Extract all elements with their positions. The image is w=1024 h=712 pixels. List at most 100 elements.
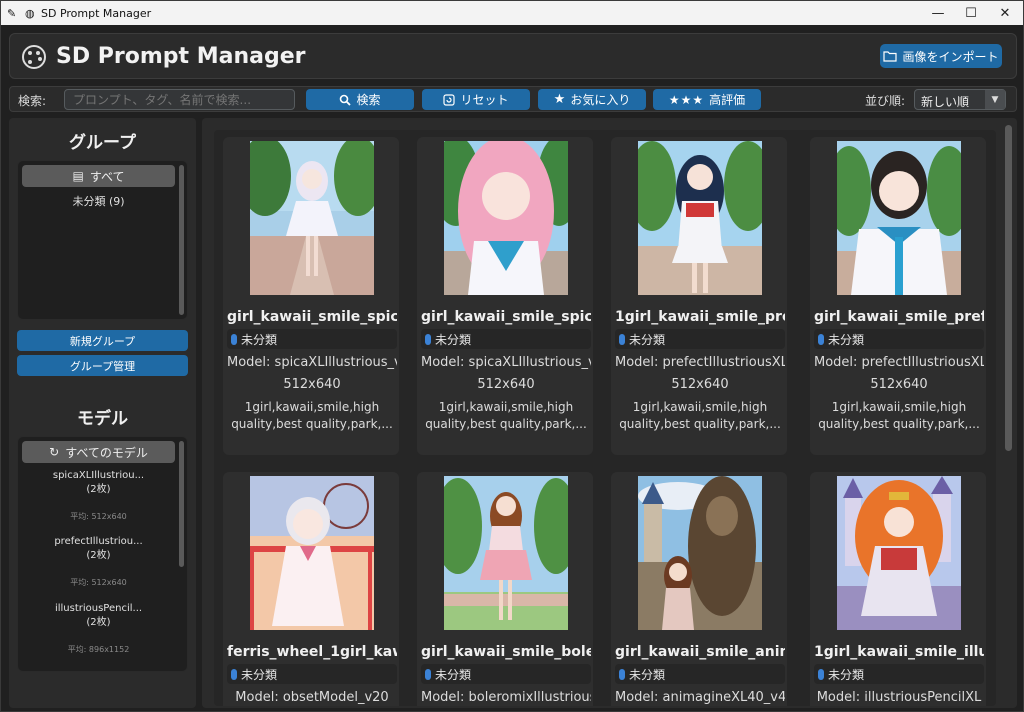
image-card[interactable]: girl_kawaii_smile_spicaX 未分類 Model: spic…: [223, 137, 399, 455]
card-group-tag: 未分類: [421, 329, 591, 349]
model-average: 平均: 512x640: [70, 578, 127, 587]
group-list-scrollbar[interactable]: [179, 165, 184, 315]
new-group-button[interactable]: 新規グループ: [17, 330, 188, 351]
manage-groups-label: グループ管理: [69, 359, 136, 373]
close-button[interactable]: ✕: [988, 1, 1022, 25]
card-title: girl_kawaii_smile_animag: [615, 644, 785, 660]
card-group-tag: 未分類: [227, 664, 397, 684]
tag-label: 未分類: [435, 332, 472, 347]
tag-color-dot: [818, 668, 824, 680]
all-models-label: すべてのモデル: [65, 445, 148, 460]
thumbnail-image[interactable]: [444, 476, 568, 630]
image-card[interactable]: girl_kawaii_smile_spicaX 未分類 Model: spic…: [417, 137, 593, 455]
group-item-uncategorized[interactable]: 未分類 (9): [22, 193, 175, 209]
image-card[interactable]: ferris_wheel_1girl_kawai 未分類 Model: obse…: [223, 472, 399, 706]
model-average: 平均: 512x640: [70, 512, 127, 521]
import-images-button[interactable]: 画像をインポート: [880, 44, 1002, 68]
image-card[interactable]: 1girl_kawaii_smile_illust 未分類 Model: ill…: [810, 472, 986, 706]
image-card[interactable]: girl_kawaii_smile_animag 未分類 Model: anim…: [611, 472, 787, 706]
thumbnail-image[interactable]: [638, 141, 762, 295]
card-group-tag: 未分類: [615, 664, 785, 684]
maximize-button[interactable]: ☐: [954, 1, 988, 25]
model-item[interactable]: spicaXLIllustriou... (2枚): [22, 469, 175, 497]
manage-groups-button[interactable]: グループ管理: [17, 355, 188, 376]
model-count: (2枚): [86, 484, 111, 495]
thumbnail-image[interactable]: [250, 141, 374, 295]
card-size: 512x640: [870, 377, 928, 392]
tag-label: 未分類: [241, 667, 278, 682]
image-card[interactable]: 1girl_kawaii_smile_prefec 未分類 Model: pre…: [611, 137, 787, 455]
thumbnail-image[interactable]: [837, 141, 961, 295]
document-icon: ▤: [72, 169, 84, 183]
tag-label: 未分類: [828, 667, 865, 682]
card-prompt: 1girl,kawaii,smile,high quality,best qua…: [619, 400, 781, 431]
search-button-label: 検索: [356, 93, 381, 107]
thumbnail-image[interactable]: [250, 476, 374, 630]
favorites-button-label: お気に入り: [570, 93, 631, 107]
new-group-label: 新規グループ: [69, 334, 136, 348]
thumbnail-image[interactable]: [638, 476, 762, 630]
tag-label: 未分類: [629, 667, 666, 682]
card-group-tag: 未分類: [814, 329, 984, 349]
tag-color-dot: [425, 333, 431, 345]
favorites-button[interactable]: ★ お気に入り: [538, 89, 646, 110]
app-title: SD Prompt Manager: [56, 44, 306, 69]
card-title: 1girl_kawaii_smile_prefec: [615, 309, 785, 325]
search-icon: [340, 94, 352, 106]
sidebar: グループ ▤ すべて 未分類 (9) 新規グループ グループ管理 モデル ↻ す…: [9, 118, 196, 708]
model-name: illustriousPencil...: [54, 603, 143, 614]
image-card[interactable]: girl_kawaii_smile_prefec 未分類 Model: pref…: [810, 137, 986, 455]
search-bar: 検索: 検索 リセット ★ お気に入り ★★★ 高評価 並び順: 新しい順 ▼: [9, 86, 1017, 112]
card-title: ferris_wheel_1girl_kawai: [227, 644, 397, 660]
card-title: girl_kawaii_smile_bolero: [421, 644, 591, 660]
card-model: Model: animagineXL40_v4Opt: [615, 690, 785, 705]
tag-color-dot: [619, 333, 625, 345]
feather-icon: ✎: [7, 6, 17, 20]
all-groups-button[interactable]: ▤ すべて: [22, 165, 175, 187]
sort-label: 並び順:: [865, 94, 906, 108]
model-name: spicaXLIllustriou...: [52, 470, 145, 481]
card-model: Model: illustriousPencilXL: [816, 690, 982, 705]
search-label: 検索:: [18, 94, 47, 108]
chevron-down-icon[interactable]: ▼: [985, 90, 1005, 109]
model-item[interactable]: illustriousPencil... (2枚): [22, 602, 175, 630]
models-title: モデル: [77, 409, 128, 429]
gallery-scrollbar[interactable]: [1005, 125, 1012, 451]
model-item[interactable]: prefectIllustriou... (2枚): [22, 535, 175, 563]
search-button[interactable]: 検索: [306, 89, 414, 110]
top-rated-button[interactable]: ★★★ 高評価: [653, 89, 761, 110]
reset-button-label: リセット: [460, 93, 509, 107]
card-model: Model: boleromixIllustrious: [421, 690, 591, 705]
gallery-panel: girl_kawaii_smile_spicaX 未分類 Model: spic…: [202, 118, 1017, 708]
card-group-tag: 未分類: [814, 664, 984, 684]
sort-value: 新しい順: [921, 95, 970, 109]
reset-button[interactable]: リセット: [422, 89, 530, 110]
sort-select[interactable]: 新しい順 ▼: [914, 89, 1006, 110]
card-title: girl_kawaii_smile_spicaX: [421, 309, 591, 325]
thumbnail-image[interactable]: [837, 476, 961, 630]
card-size: 512x640: [671, 377, 729, 392]
palette-small-icon: ◍: [25, 6, 35, 20]
minimize-button[interactable]: —: [921, 1, 955, 25]
star-icon: ★: [553, 92, 566, 107]
palette-icon: [22, 45, 46, 69]
card-model: Model: prefectIllustriousXL: [814, 355, 984, 370]
image-card[interactable]: girl_kawaii_smile_bolero 未分類 Model: bole…: [417, 472, 593, 706]
card-prompt: 1girl,kawaii,smile,high quality,best qua…: [425, 400, 587, 431]
app-window: ✎ ◍ SD Prompt Manager — ☐ ✕ SD Prompt Ma…: [0, 0, 1024, 712]
search-input[interactable]: [64, 89, 295, 110]
thumbnail-image[interactable]: [444, 141, 568, 295]
card-model: Model: spicaXLIllustrious_v: [421, 355, 591, 370]
model-name: prefectIllustriou...: [54, 536, 143, 547]
model-list: ↻ すべてのモデル spicaXLIllustriou... (2枚) 平均: 5…: [17, 436, 188, 672]
model-list-scrollbar[interactable]: [179, 441, 184, 567]
refresh-icon: ↻: [49, 445, 60, 459]
card-size: 512x640: [477, 377, 535, 392]
card-prompt: 1girl,kawaii,smile,high quality,best qua…: [818, 400, 980, 431]
tag-label: 未分類: [241, 332, 278, 347]
card-group-tag: 未分類: [227, 329, 397, 349]
card-model: Model: spicaXLIllustrious_v: [227, 355, 397, 370]
image-grid: girl_kawaii_smile_spicaX 未分類 Model: spic…: [214, 130, 996, 706]
window-title: SD Prompt Manager: [41, 6, 152, 20]
all-models-button[interactable]: ↻ すべてのモデル: [22, 441, 175, 463]
